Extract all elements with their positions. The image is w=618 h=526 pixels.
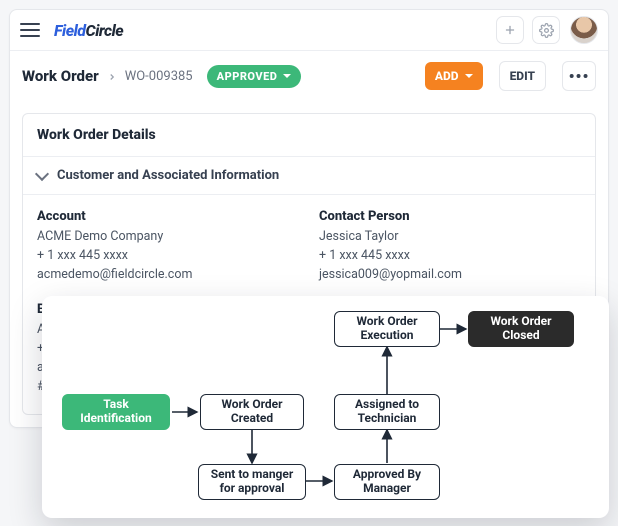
- breadcrumb-root[interactable]: Work Order: [22, 67, 99, 85]
- flow-node-wo-created: Work Order Created: [200, 394, 304, 430]
- details-title: Work Order Details: [23, 114, 595, 157]
- chevron-right-icon: [107, 67, 117, 86]
- chevron-down-icon: [465, 74, 473, 82]
- account-block: Account ACME Demo Company + 1 xxx 445 xx…: [37, 209, 299, 284]
- chevron-down-icon: [283, 74, 291, 82]
- add-button[interactable]: ADD: [425, 62, 483, 90]
- gear-icon[interactable]: [532, 16, 560, 44]
- contact-phone: + 1 xxx 445 xxxx: [319, 247, 581, 266]
- account-email: acmedemo@fieldcircle.com: [37, 266, 299, 285]
- flow-node-approved: Approved By Manager: [334, 464, 440, 500]
- account-label: Account: [37, 209, 299, 224]
- workflow-diagram: Task Identification Work Order Created S…: [42, 296, 609, 518]
- edit-button[interactable]: EDIT: [499, 61, 546, 91]
- logo-circle: Circle: [86, 21, 124, 40]
- flow-node-sent-approval: Sent to manger for approval: [198, 464, 306, 500]
- more-button[interactable]: •••: [562, 61, 596, 91]
- flow-node-task-identification: Task Identification: [62, 394, 170, 430]
- account-phone: + 1 xxx 445 xxxx: [37, 247, 299, 266]
- contact-email: jessica009@yopmail.com: [319, 266, 581, 285]
- account-name: ACME Demo Company: [37, 228, 299, 247]
- status-label: APPROVED: [217, 70, 278, 83]
- contact-label: Contact Person: [319, 209, 581, 224]
- flow-node-execution: Work Order Execution: [334, 311, 440, 347]
- flow-node-closed: Work Order Closed: [468, 311, 574, 347]
- chevron-down-icon: [35, 167, 49, 181]
- contact-name: Jessica Taylor: [319, 228, 581, 247]
- contact-block: Contact Person Jessica Taylor + 1 xxx 44…: [319, 209, 581, 284]
- avatar[interactable]: [570, 16, 598, 44]
- status-pill[interactable]: APPROVED: [207, 65, 302, 88]
- menu-icon[interactable]: [20, 23, 40, 37]
- section-toggle-customer[interactable]: Customer and Associated Information: [23, 157, 595, 195]
- breadcrumb-id: WO-009385: [125, 69, 193, 84]
- add-label: ADD: [435, 69, 459, 83]
- section-label: Customer and Associated Information: [57, 168, 279, 183]
- brand-logo: FieldCircle: [54, 21, 123, 40]
- flow-node-assigned: Assigned to Technician: [334, 394, 440, 430]
- logo-field: Field: [54, 21, 86, 40]
- plus-icon[interactable]: [496, 16, 524, 44]
